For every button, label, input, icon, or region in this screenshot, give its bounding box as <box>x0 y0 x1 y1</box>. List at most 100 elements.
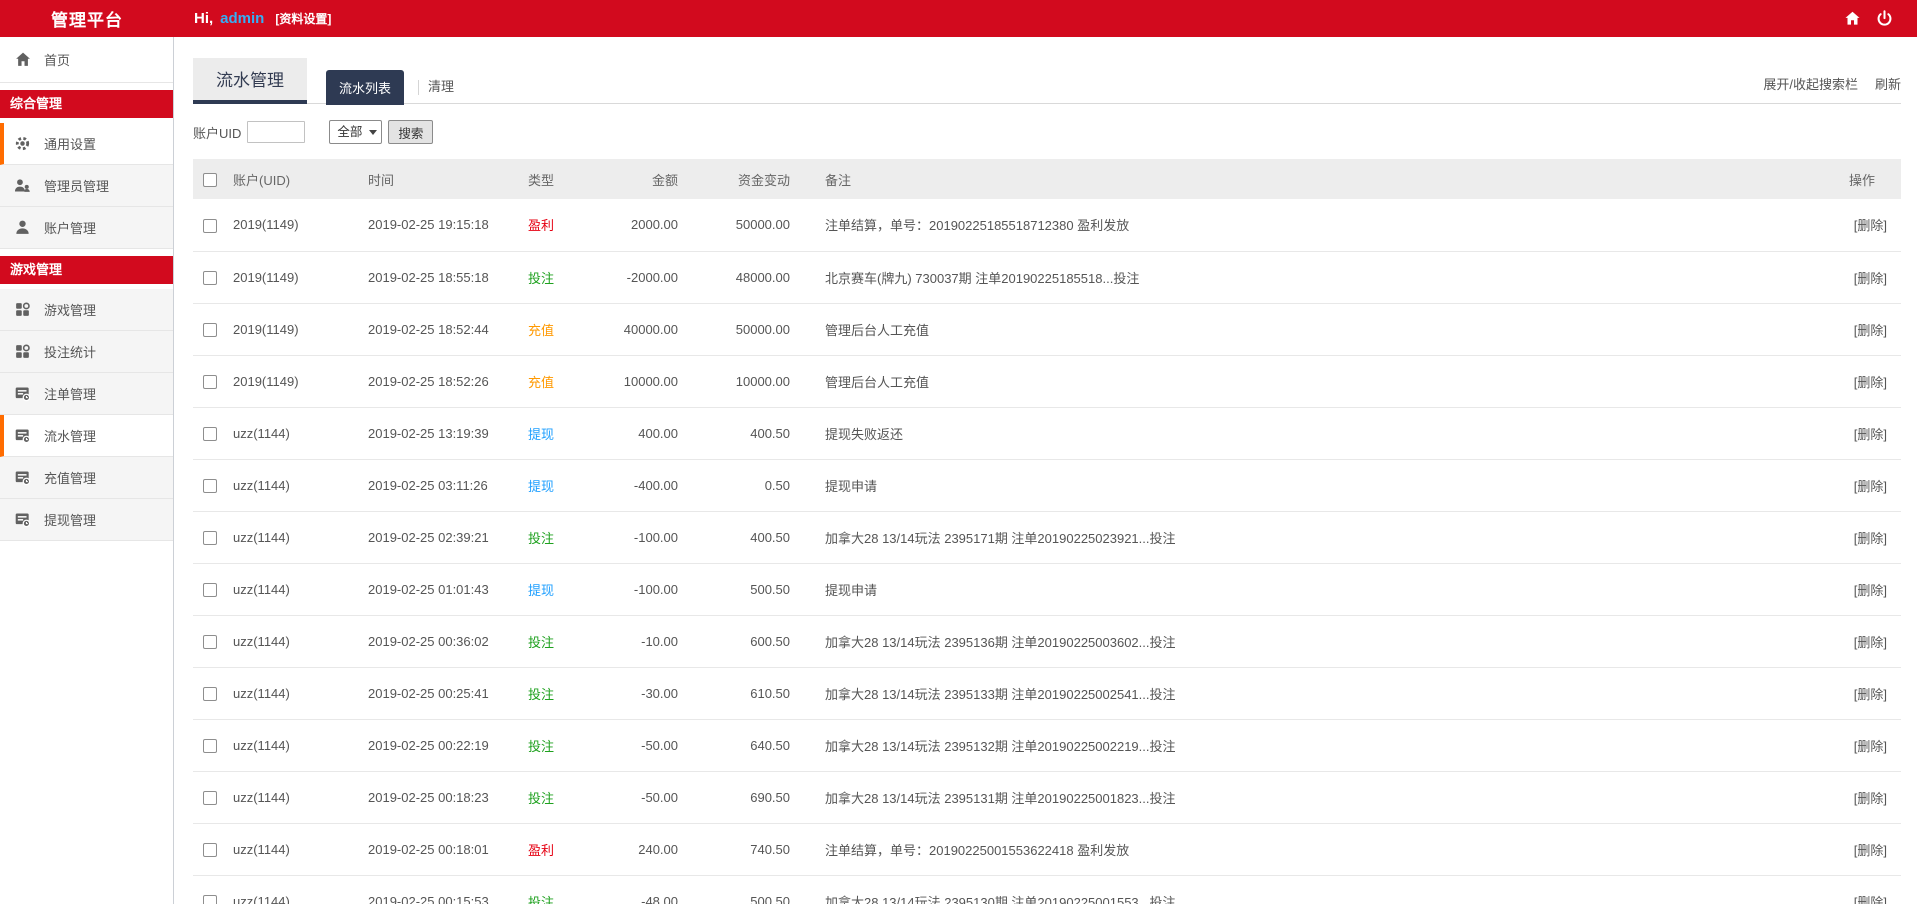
row-checkbox[interactable] <box>203 218 217 233</box>
row-checkbox[interactable] <box>203 374 217 389</box>
sidebar-item-recharge-management[interactable]: 充值管理 <box>0 457 173 499</box>
cell-account: uzz(1144) <box>233 407 368 460</box>
cell-type: 提现 <box>528 426 555 442</box>
cell-time: 2019-02-25 00:36:02 <box>368 615 528 668</box>
cell-account: uzz(1144) <box>233 615 368 668</box>
delete-link[interactable]: [删除] <box>1854 791 1887 806</box>
cell-time: 2019-02-25 18:52:26 <box>368 355 528 408</box>
sidebar-item-admin-management[interactable]: 管理员管理 <box>0 165 173 207</box>
doc-icon <box>14 427 31 444</box>
delete-link[interactable]: [删除] <box>1854 271 1887 286</box>
sidebar-item-general-settings[interactable]: 通用设置 <box>0 123 173 165</box>
delete-link[interactable]: [删除] <box>1854 687 1887 702</box>
cell-time: 2019-02-25 19:15:18 <box>368 199 528 252</box>
cell-type: 盈利 <box>528 842 555 858</box>
refresh-link[interactable]: 刷新 <box>1875 74 1901 93</box>
cell-time: 2019-02-25 00:25:41 <box>368 667 528 720</box>
row-checkbox[interactable] <box>203 582 217 597</box>
cell-account: uzz(1144) <box>233 771 368 824</box>
cell-balance: 600.50 <box>678 615 790 668</box>
cell-time: 2019-02-25 00:15:53 <box>368 875 528 904</box>
delete-link[interactable]: [删除] <box>1854 323 1887 338</box>
row-checkbox[interactable] <box>203 270 217 285</box>
row-checkbox[interactable] <box>203 478 217 493</box>
delete-link[interactable]: [删除] <box>1854 375 1887 390</box>
cell-account: uzz(1144) <box>233 511 368 564</box>
sidebar-item-order-management[interactable]: 注单管理 <box>0 373 173 415</box>
row-checkbox[interactable] <box>203 634 217 649</box>
cell-amount: -50.00 <box>588 771 678 824</box>
delete-link[interactable]: [删除] <box>1854 635 1887 650</box>
cell-amount: 240.00 <box>588 823 678 876</box>
cell-balance: 50000.00 <box>678 303 790 356</box>
cell-account: 2019(1149) <box>233 355 368 408</box>
type-select-wrap: 全部 <box>329 120 383 144</box>
sidebar-item-label: 首页 <box>44 53 71 68</box>
main-content: 流水管理 流水列表 清理 展开/收起搜索栏 刷新 账户UID 全部 搜索 账户(… <box>174 37 1917 904</box>
delete-link[interactable]: [删除] <box>1854 739 1887 754</box>
uid-input[interactable] <box>247 121 306 143</box>
user-icon <box>14 219 31 236</box>
delete-link[interactable]: [删除] <box>1854 895 1887 904</box>
cell-account: 2019(1149) <box>233 251 368 304</box>
row-checkbox[interactable] <box>203 530 217 545</box>
cell-account: 2019(1149) <box>233 303 368 356</box>
col-amount: 金额 <box>588 159 678 199</box>
toggle-search-link[interactable]: 展开/收起搜索栏 <box>1763 74 1858 93</box>
delete-link[interactable]: [删除] <box>1854 843 1887 858</box>
cell-type: 投注 <box>528 686 555 702</box>
cell-time: 2019-02-25 00:22:19 <box>368 719 528 772</box>
row-checkbox[interactable] <box>203 894 217 904</box>
col-balance: 资金变动 <box>678 159 790 199</box>
delete-link[interactable]: [删除] <box>1854 583 1887 598</box>
sidebar-item-game-management[interactable]: 游戏管理 <box>0 289 173 331</box>
col-action: 操作 <box>1791 159 1901 199</box>
sidebar-item-withdraw-management[interactable]: 提现管理 <box>0 499 173 541</box>
search-button[interactable]: 搜索 <box>388 120 434 144</box>
tab-clean[interactable]: 清理 <box>419 68 463 103</box>
cell-type: 投注 <box>528 790 555 806</box>
table-row: uzz(1144) 2019-02-25 00:15:53 投注 -48.00 500.… <box>193 875 1901 904</box>
col-remark: 备注 <box>790 159 1791 199</box>
home-icon[interactable] <box>1844 10 1861 27</box>
cell-time: 2019-02-25 02:39:21 <box>368 511 528 564</box>
cell-remark: 加拿大28 13/14玩法 2395171期 注单20190225023921.… <box>790 511 1791 564</box>
greeting: Hi, admin [资料设置] <box>194 10 331 27</box>
cell-remark: 加拿大28 13/14玩法 2395130期 注单20190225001553.… <box>790 875 1791 904</box>
delete-link[interactable]: [删除] <box>1854 427 1887 442</box>
row-checkbox[interactable] <box>203 322 217 337</box>
select-all-checkbox[interactable] <box>203 172 217 187</box>
cell-type: 投注 <box>528 530 555 546</box>
type-select[interactable]: 全部 <box>329 120 383 144</box>
cell-amount: -10.00 <box>588 615 678 668</box>
sidebar-item-account-management[interactable]: 账户管理 <box>0 207 173 249</box>
greeting-prefix: Hi, <box>194 10 214 27</box>
table-row: uzz(1144) 2019-02-25 00:22:19 投注 -50.00 640.… <box>193 719 1901 772</box>
cell-account: uzz(1144) <box>233 667 368 720</box>
delete-link[interactable]: [删除] <box>1854 479 1887 494</box>
power-icon[interactable] <box>1876 10 1893 27</box>
sidebar-item-bet-statistics[interactable]: 投注统计 <box>0 331 173 373</box>
row-checkbox[interactable] <box>203 738 217 753</box>
row-checkbox[interactable] <box>203 686 217 701</box>
row-checkbox[interactable] <box>203 790 217 805</box>
col-time: 时间 <box>368 159 528 199</box>
cell-balance: 500.50 <box>678 875 790 904</box>
cell-amount: 40000.00 <box>588 303 678 356</box>
cell-time: 2019-02-25 00:18:01 <box>368 823 528 876</box>
tab-flow-list[interactable]: 流水列表 <box>326 70 405 105</box>
profile-settings-link[interactable]: [资料设置] <box>275 10 331 27</box>
delete-link[interactable]: [删除] <box>1854 531 1887 546</box>
cell-account: 2019(1149) <box>233 199 368 252</box>
delete-link[interactable]: [删除] <box>1854 218 1887 233</box>
cell-remark: 注单结算，单号：20190225185518712380 盈利发放 <box>790 199 1791 252</box>
cell-account: uzz(1144) <box>233 563 368 616</box>
col-account: 账户(UID) <box>233 159 368 199</box>
sidebar-item-flow-management[interactable]: 流水管理 <box>0 415 173 457</box>
cell-time: 2019-02-25 18:52:44 <box>368 303 528 356</box>
sidebar: 首页 综合管理 通用设置 管理员管理 账户管理 游戏管理 游戏管理 投注统计 注单管理 流水管理充… <box>0 37 174 904</box>
sidebar-item-home[interactable]: 首页 <box>0 37 173 83</box>
row-checkbox[interactable] <box>203 426 217 441</box>
row-checkbox[interactable] <box>203 842 217 857</box>
sidebar-item-label: 充值管理 <box>44 471 97 486</box>
